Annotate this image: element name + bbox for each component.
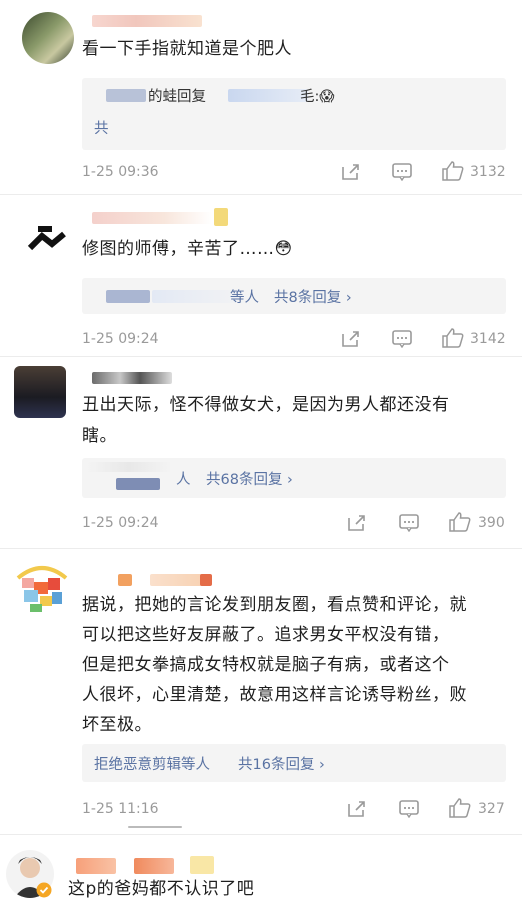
timestamp: 1-25 11:16 [82, 801, 159, 817]
avatar[interactable] [22, 208, 74, 260]
comment-text: 但是把女拳搞成女特权就是脑子有病，或者这个 [82, 655, 450, 675]
badge-blur [190, 856, 214, 874]
like-icon[interactable] [449, 798, 471, 818]
timestamp: 1-25 09:24 [82, 331, 159, 347]
comment-text: 可以把这些好友屏蔽了。追求男女平权没有错， [82, 625, 450, 645]
comment-text: 坏至极。 [82, 715, 152, 735]
reply-user-blur [116, 478, 160, 490]
username[interactable] [92, 15, 202, 27]
comment-text: 据说，把她的言论发到朋友圈，看点赞和评论，就 [82, 595, 467, 615]
timestamp: 1-25 09:36 [82, 164, 159, 180]
like-icon[interactable] [442, 161, 464, 181]
reply-preview[interactable]: 人 共68条回复 › [82, 458, 506, 498]
like-count: 3142 [470, 331, 506, 347]
comment-text: 修图的师傅，辛苦了……😳 [82, 239, 293, 259]
reply-user-blur [228, 89, 308, 102]
comment-text: 这p的爸妈都不认识了吧 [68, 879, 255, 899]
username[interactable] [118, 574, 132, 586]
like-count: 3132 [470, 164, 506, 180]
avatar-figure-icon [27, 226, 66, 251]
reply-text: 的蛙回复 [148, 89, 206, 105]
comment-icon[interactable] [399, 514, 419, 532]
reply-text: 毛:😱 [300, 89, 335, 105]
verified-badge-icon [36, 882, 52, 898]
username[interactable] [92, 372, 172, 384]
username[interactable] [92, 212, 212, 224]
badge-blur [200, 574, 212, 586]
like-icon[interactable] [442, 328, 464, 348]
like-icon[interactable] [449, 512, 471, 532]
username[interactable] [76, 858, 116, 874]
comment-icon[interactable] [399, 800, 419, 818]
reply-count[interactable]: 共8条回复 › [274, 286, 352, 307]
comment-text: 看一下手指就知道是个肥人 [82, 39, 292, 59]
reply-preview[interactable]: 拒绝恶意剪辑等人 共16条回复 › [82, 744, 506, 782]
avatar[interactable] [14, 560, 70, 616]
share-icon[interactable] [341, 163, 361, 181]
reply-count[interactable]: 共68条回复 › [206, 468, 293, 489]
reply-user-blur [106, 89, 146, 102]
divider [0, 194, 522, 195]
reply-count[interactable]: 共16条回复 › [238, 753, 325, 774]
comment-icon[interactable] [392, 163, 412, 181]
avatar-pixel-icon [16, 566, 68, 612]
comment-text: 丑出天际，怪不得做女犬，是因为男人都还没有 [82, 395, 450, 415]
share-icon[interactable] [347, 514, 367, 532]
share-icon[interactable] [347, 800, 367, 818]
like-count: 390 [478, 515, 505, 531]
divider [0, 548, 522, 549]
reply-preview[interactable]: 的蛙回复 毛:😱 共 [82, 78, 506, 150]
comment-text: 瞎。 [82, 426, 117, 446]
like-count: 327 [478, 801, 505, 817]
reply-preview[interactable]: 等人 共8条回复 › [82, 278, 506, 314]
username[interactable] [134, 858, 174, 874]
reply-count[interactable]: 共 [94, 117, 109, 138]
comment-icon[interactable] [392, 330, 412, 348]
reply-user-blur [106, 290, 150, 303]
comment-text: 人很坏，心里清楚，故意用这样言论诱导粉丝，败 [82, 685, 467, 705]
badge-blur [214, 208, 228, 226]
reply-summary: 人 [176, 472, 191, 488]
reply-summary: 等人 [230, 290, 259, 306]
reply-user-blur [86, 462, 172, 472]
avatar[interactable] [22, 12, 74, 64]
share-icon[interactable] [341, 330, 361, 348]
timestamp: 1-25 09:24 [82, 515, 159, 531]
divider [0, 356, 522, 357]
reply-summary: 拒绝恶意剪辑等人 [94, 757, 210, 773]
divider [0, 834, 522, 835]
timestamp-underline [128, 826, 182, 828]
avatar[interactable] [14, 366, 66, 418]
